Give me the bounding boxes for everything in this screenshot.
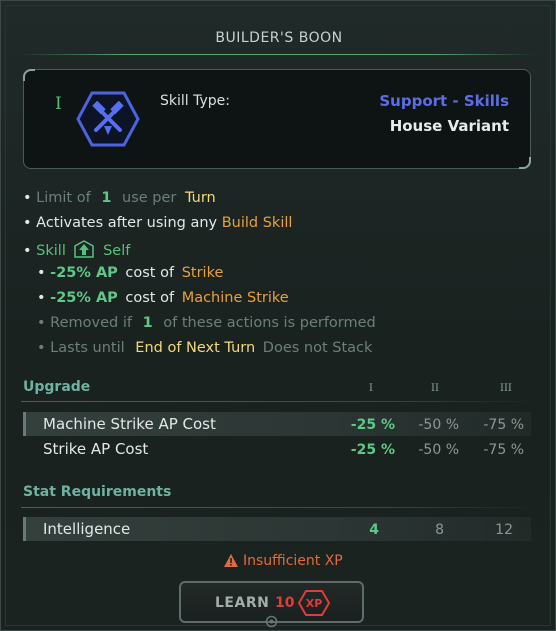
skill-target-label: Skill: [36, 243, 66, 259]
effect-line-strike: • -25% AP cost of Strike: [37, 265, 223, 281]
limit-mid: use per: [122, 190, 177, 206]
upgrade-divider: [21, 401, 535, 402]
skill-tooltip-panel: BUILDER'S BOON I Skill Type: Support - S…: [0, 0, 556, 631]
effect-target: Machine Strike: [181, 290, 289, 306]
removed-count: 1: [142, 315, 153, 331]
stat-row-label: Intelligence: [43, 520, 131, 538]
upgrade-value-tier-1: -25 %: [350, 417, 395, 433]
tier-numeral: I: [55, 94, 62, 114]
skill-title: BUILDER'S BOON: [215, 30, 343, 46]
upgrade-heading: Upgrade: [23, 379, 91, 395]
upgrade-value-tier-2: -50 %: [418, 417, 459, 433]
stat-requirements-heading: Stat Requirements: [23, 484, 172, 500]
bullet: •: [37, 315, 46, 331]
upgrade-row-label: Machine Strike AP Cost: [43, 415, 216, 433]
limit-unit: Turn: [185, 190, 216, 206]
limit-prefix: Limit of: [36, 190, 91, 206]
activates-target: Build Skill: [221, 215, 293, 231]
activates-line: • Activates after using any Build Skill: [23, 215, 292, 231]
limit-count: 1: [101, 190, 112, 206]
bullet: •: [23, 215, 32, 231]
xp-currency-label: XP: [306, 597, 323, 610]
upgrade-value-tier-3: -75 %: [483, 442, 524, 458]
upgrade-value-tier-3: -75 %: [483, 417, 524, 433]
effect-value: -25% AP: [50, 290, 118, 306]
skill-target-value: Self: [103, 243, 131, 259]
upgrade-value-tier-2: -50 %: [418, 442, 459, 458]
tier-header-2: II: [431, 383, 439, 394]
lasts-duration: End of Next Turn: [135, 340, 256, 356]
warning-triangle-icon: [224, 554, 238, 567]
removed-prefix: Removed if: [50, 315, 132, 331]
title-divider: [21, 54, 535, 55]
stat-value-tier-1: 4: [369, 522, 379, 538]
upgrade-value-tier-1: -25 %: [350, 442, 395, 458]
crossed-hammers-hexagon-icon: [76, 91, 140, 147]
upgrade-row-label: Strike AP Cost: [43, 440, 149, 458]
lasts-suffix: Does not Stack: [262, 340, 373, 356]
stat-value-tier-2: 8: [435, 522, 444, 538]
bullet: •: [37, 265, 46, 281]
skill-type-label: Skill Type:: [160, 93, 230, 109]
bullet: •: [37, 340, 46, 356]
learn-cost: 10: [275, 595, 295, 611]
removed-line: • Removed if 1 of these actions is perfo…: [37, 315, 376, 331]
tier-header-1: I: [369, 383, 373, 394]
activates-text: Activates after using any: [36, 215, 218, 231]
skill-target-line: • Skill Self: [23, 240, 130, 259]
bottom-ornament-icon: [265, 615, 278, 628]
effect-text: cost of: [125, 265, 175, 281]
skill-category: Support - Skills: [379, 92, 509, 110]
skill-header-box: I Skill Type: Support - Skills House Var…: [23, 69, 531, 169]
xp-badge-icon: XP: [297, 590, 331, 616]
tier-header-3: III: [500, 383, 512, 394]
bullet: •: [37, 290, 46, 306]
removed-suffix: of these actions is performed: [163, 315, 376, 331]
effect-line-machine-strike: • -25% AP cost of Machine Strike: [37, 290, 289, 306]
lasts-line: • Lasts until End of Next Turn Does not …: [37, 340, 372, 356]
up-arrow-shield-icon: [74, 240, 95, 258]
bullet: •: [23, 243, 32, 259]
effect-text: cost of: [125, 290, 175, 306]
insufficient-xp-warning: Insufficient XP: [243, 553, 343, 569]
effect-value: -25% AP: [50, 265, 118, 281]
stat-divider: [21, 507, 535, 508]
skill-variant: House Variant: [389, 117, 509, 135]
effect-target: Strike: [181, 265, 224, 281]
limit-line: • Limit of 1 use per Turn: [23, 190, 216, 206]
stat-value-tier-3: 12: [495, 522, 513, 538]
learn-label: LEARN: [215, 595, 270, 611]
bullet: •: [23, 190, 32, 206]
lasts-prefix: Lasts until: [50, 340, 125, 356]
